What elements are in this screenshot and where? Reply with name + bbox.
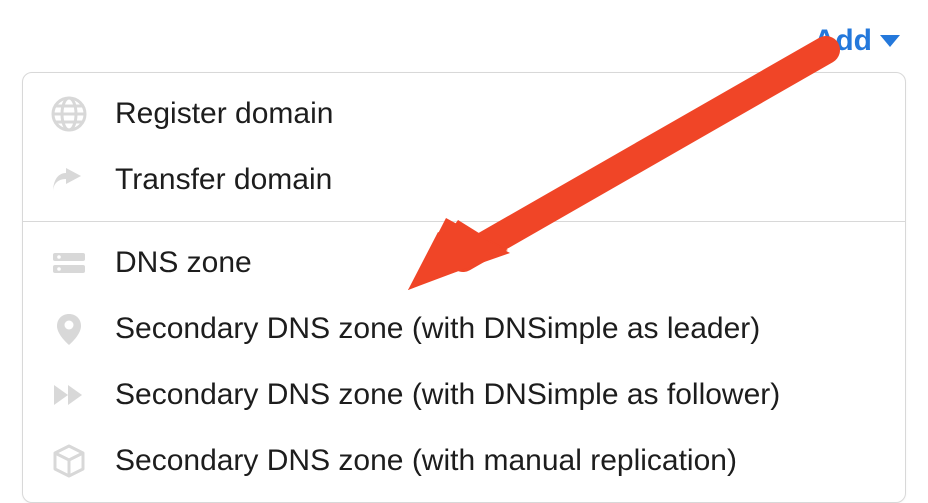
share-icon <box>51 162 87 198</box>
menu-item-label: Secondary DNS zone (with manual replicat… <box>115 444 737 478</box>
add-dropdown: Register domain Transfer domain <box>22 72 906 503</box>
menu-item-label: Transfer domain <box>115 163 332 197</box>
caret-down-icon <box>880 35 900 47</box>
cube-icon <box>51 443 87 479</box>
menu-section-zones: DNS zone Secondary DNS zone (with DNSimp… <box>23 222 905 502</box>
add-button[interactable]: Add <box>814 24 900 58</box>
menu-section-domains: Register domain Transfer domain <box>23 73 905 221</box>
globe-icon <box>51 96 87 132</box>
menu-item-secondary-leader[interactable]: Secondary DNS zone (with DNSimple as lea… <box>23 296 905 362</box>
fast-forward-icon <box>51 377 87 413</box>
server-icon <box>51 245 87 281</box>
pin-icon <box>51 311 87 347</box>
menu-item-dns-zone[interactable]: DNS zone <box>23 230 905 296</box>
menu-item-secondary-manual[interactable]: Secondary DNS zone (with manual replicat… <box>23 428 905 494</box>
menu-item-register-domain[interactable]: Register domain <box>23 81 905 147</box>
menu-item-secondary-follower[interactable]: Secondary DNS zone (with DNSimple as fol… <box>23 362 905 428</box>
menu-item-label: Register domain <box>115 97 333 131</box>
menu-item-label: Secondary DNS zone (with DNSimple as fol… <box>115 378 780 412</box>
menu-item-label: Secondary DNS zone (with DNSimple as lea… <box>115 312 760 346</box>
add-button-label: Add <box>814 24 872 58</box>
menu-item-label: DNS zone <box>115 246 252 280</box>
menu-item-transfer-domain[interactable]: Transfer domain <box>23 147 905 213</box>
